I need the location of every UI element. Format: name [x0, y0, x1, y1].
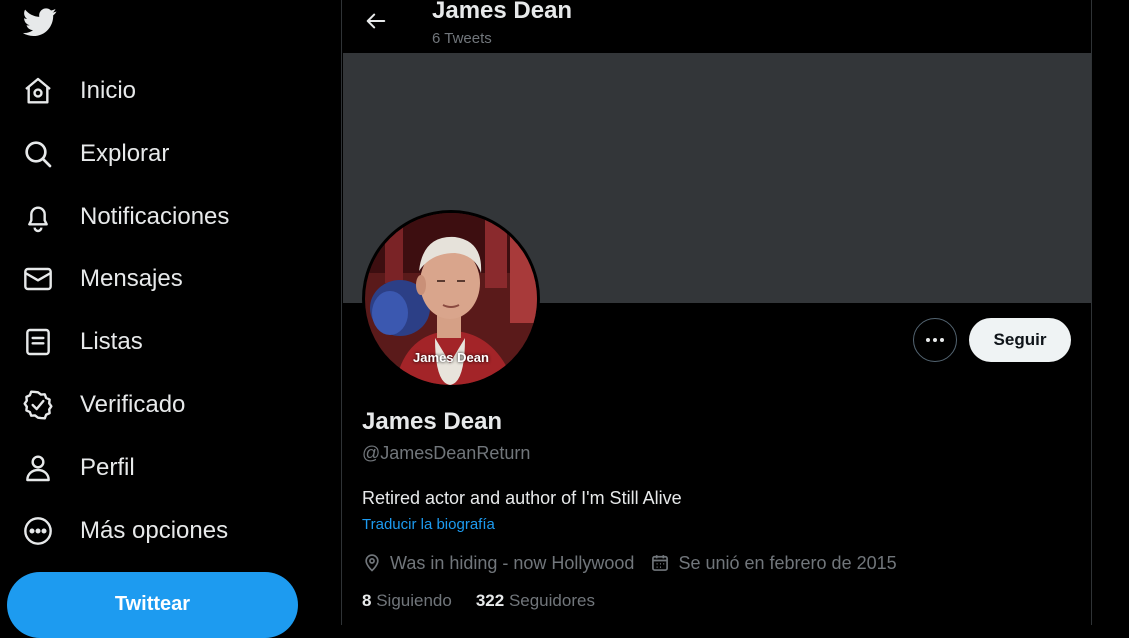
- search-icon: [22, 138, 54, 170]
- nav-label: Mensajes: [80, 265, 183, 292]
- calendar-icon: [652, 555, 669, 571]
- nav-label: Perfil: [80, 454, 135, 481]
- followers-label: Seguidores: [508, 591, 595, 610]
- nav-item-inicio[interactable]: Inicio: [22, 69, 136, 113]
- profile-stats: 8 Siguiendo 322 Seguidores: [362, 591, 595, 611]
- profile-meta: Was in hiding - now Hollywood Se unió en…: [362, 551, 897, 575]
- profile-header: James Dean 6 Tweets: [342, 0, 1091, 53]
- nav-item-explorar[interactable]: Explorar: [22, 132, 169, 176]
- sidebar: Inicio Explorar Notificaciones Mensajes …: [0, 0, 341, 638]
- profile-location: Was in hiding - now Hollywood: [390, 552, 635, 573]
- nav-label: Verificado: [80, 391, 186, 418]
- profile-bio: Retired actor and author of I'm Still Al…: [362, 488, 682, 508]
- tweet-count: 6 Tweets: [432, 30, 492, 47]
- nav-item-verificado[interactable]: Verificado: [22, 383, 185, 427]
- tweet-button[interactable]: Twittear: [7, 572, 298, 638]
- followers-link[interactable]: 322 Seguidores: [476, 591, 595, 611]
- location-pin-icon: [365, 554, 379, 572]
- follow-button[interactable]: Seguir: [969, 318, 1071, 362]
- nav-label: Inicio: [80, 77, 137, 104]
- nav-item-listas[interactable]: Listas: [22, 320, 143, 364]
- nav-label: Más opciones: [80, 517, 229, 544]
- home-icon: [22, 75, 54, 107]
- avatar[interactable]: James Dean: [362, 210, 540, 388]
- list-icon: [22, 326, 54, 358]
- back-arrow-icon[interactable]: [362, 8, 390, 34]
- nav-label: Notificaciones: [80, 203, 230, 230]
- profile-column: James Dean 6 Tweets James Dean Seguir Ja…: [341, 0, 1092, 625]
- nav-item-mensajes[interactable]: Mensajes: [22, 257, 183, 301]
- followers-count: 322: [475, 591, 505, 610]
- translate-bio-link[interactable]: Traducir la biografía: [362, 516, 495, 533]
- following-label: Siguiendo: [376, 591, 452, 610]
- profile-name: James Dean: [362, 408, 503, 435]
- person-icon: [22, 452, 54, 484]
- nav-item-notificaciones[interactable]: Notificaciones: [22, 195, 229, 239]
- nav-label: Listas: [80, 328, 143, 355]
- bell-icon: [22, 201, 54, 233]
- avatar-caption: James Dean: [413, 350, 489, 365]
- following-count: 8: [362, 591, 372, 610]
- profile-handle: @JamesDeanReturn: [362, 443, 531, 463]
- nav-label: Explorar: [80, 140, 170, 167]
- following-link[interactable]: 8 Siguiendo: [362, 591, 452, 611]
- nav-item-mas-opciones[interactable]: Más opciones: [22, 509, 228, 553]
- ellipsis-icon: [926, 338, 944, 342]
- avatar-image: James Dean: [365, 213, 537, 385]
- location-item: Was in hiding - now Hollywood: [362, 553, 634, 574]
- joined-item: Se unió en febrero de 2015: [650, 552, 897, 574]
- more-options-button[interactable]: [913, 318, 957, 362]
- envelope-icon: [22, 263, 54, 295]
- verified-badge-icon: [22, 389, 54, 421]
- nav-item-perfil[interactable]: Perfil: [22, 446, 135, 490]
- profile-joined: Se unió en febrero de 2015: [678, 552, 897, 573]
- header-name: James Dean: [432, 0, 573, 24]
- twitter-logo-icon[interactable]: [22, 5, 58, 39]
- more-circle-icon: [22, 515, 54, 547]
